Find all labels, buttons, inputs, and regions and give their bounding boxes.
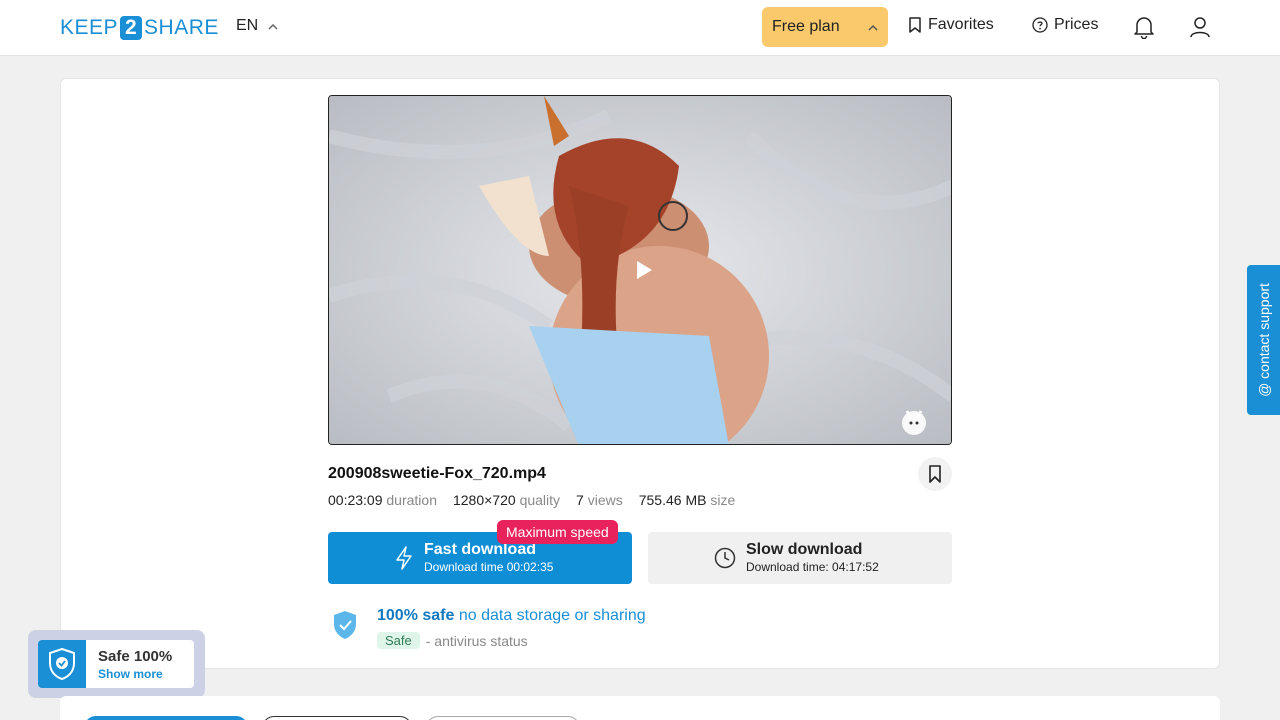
prices-link[interactable]: Prices	[1032, 16, 1098, 34]
clock-icon	[714, 547, 736, 569]
safe-100-inner: Safe 100% Show more	[38, 640, 194, 688]
safe-100-shield-box	[38, 640, 86, 688]
safety-headline-rest: no data storage or sharing	[458, 607, 646, 624]
free-plan-button[interactable]: Free plan	[762, 7, 888, 47]
meta-size: 755.46 MB size	[638, 492, 736, 508]
language-selector[interactable]: EN	[236, 17, 278, 35]
favorites-link[interactable]: Favorites	[908, 16, 994, 34]
safety-headline-bold: 100% safe	[377, 607, 455, 624]
favorites-label: Favorites	[928, 16, 994, 33]
status-badge: Safe	[377, 632, 420, 649]
shield-check-icon	[49, 648, 75, 680]
fast-download-time: Download time 00:02:35	[424, 560, 554, 574]
safety-headline: 100% safe no data storage or sharing	[377, 607, 646, 625]
maximum-speed-badge: Maximum speed	[497, 520, 618, 544]
lightning-icon	[396, 546, 412, 570]
help-circle-icon	[1032, 17, 1048, 33]
notifications-button[interactable]	[1132, 15, 1156, 39]
bell-icon	[1134, 17, 1154, 39]
file-meta: 00:23:09 duration 1280×720 quality 7 vie…	[328, 492, 735, 508]
antivirus-status: Safe - antivirus status	[377, 632, 528, 649]
chevron-up-icon	[268, 23, 278, 30]
safe-100-widget[interactable]: Safe 100% Show more	[28, 630, 205, 698]
chevron-up-icon	[868, 24, 878, 31]
logo-text-left: KEEP	[60, 16, 119, 39]
logo-text-right: SHARE	[144, 16, 219, 39]
language-label: EN	[236, 17, 259, 34]
slow-download-button[interactable]: Slow download Download time: 04:17:52	[648, 532, 952, 584]
safe-100-title: Safe 100%	[98, 647, 173, 665]
top-header: KEEP 2 SHARE EN Free plan Favorites Pric…	[0, 0, 1280, 56]
tab-2[interactable]	[262, 716, 412, 720]
meta-views: 7 views	[576, 492, 623, 508]
bookmark-icon	[929, 465, 941, 483]
add-to-favorites-button[interactable]	[918, 457, 952, 491]
bookmark-icon	[909, 17, 921, 33]
shield-check-icon	[334, 611, 356, 639]
show-more-link[interactable]: Show more	[98, 667, 172, 681]
contact-support-label: @ contact support	[1255, 283, 1272, 397]
logo-badge: 2	[120, 16, 143, 40]
tab-3[interactable]	[426, 716, 580, 720]
slow-download-label: Slow download	[746, 541, 863, 558]
account-button[interactable]	[1188, 15, 1212, 39]
meta-quality: 1280×720 quality	[452, 492, 561, 508]
antivirus-status-text: - antivirus status	[425, 632, 528, 649]
file-name: 200908sweetie-Fox_720.mp4	[328, 465, 546, 482]
logo[interactable]: KEEP 2 SHARE	[60, 16, 219, 40]
slow-download-time: Download time: 04:17:52	[746, 560, 879, 574]
meta-duration: 00:23:09 duration	[328, 492, 437, 508]
watermark-logo	[902, 410, 926, 435]
prices-label: Prices	[1054, 16, 1099, 33]
contact-support-tab[interactable]: @ contact support	[1247, 265, 1280, 415]
tab-1[interactable]	[84, 716, 248, 720]
user-icon	[1190, 17, 1210, 38]
free-plan-label: Free plan	[772, 18, 840, 35]
play-icon[interactable]	[634, 260, 654, 280]
